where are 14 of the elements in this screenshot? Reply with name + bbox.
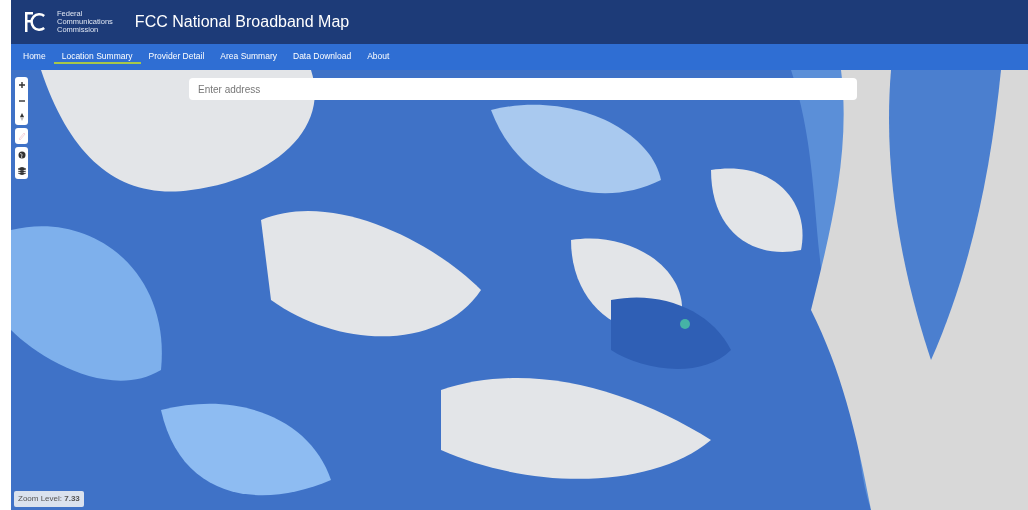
- zoom-out-icon: [17, 97, 26, 105]
- nav-link[interactable]: Home: [15, 50, 54, 64]
- nav-link[interactable]: Provider Detail: [140, 50, 213, 64]
- compass-icon: [17, 113, 26, 121]
- nav-link[interactable]: About: [359, 50, 398, 64]
- zoom-level-label: Zoom Level: 7.33: [14, 491, 84, 507]
- zoom-in-icon: [17, 81, 26, 89]
- nav-link[interactable]: Data Download: [285, 50, 360, 64]
- nav-link[interactable]: Location Summary: [53, 50, 141, 64]
- nav-link[interactable]: Area Summary: [212, 50, 285, 64]
- layers-icon: [17, 167, 26, 175]
- pencil-icon: [17, 132, 26, 140]
- address-search-field[interactable]: Enter address: [189, 78, 857, 100]
- site-title: FCC National Broadband Map: [134, 12, 350, 32]
